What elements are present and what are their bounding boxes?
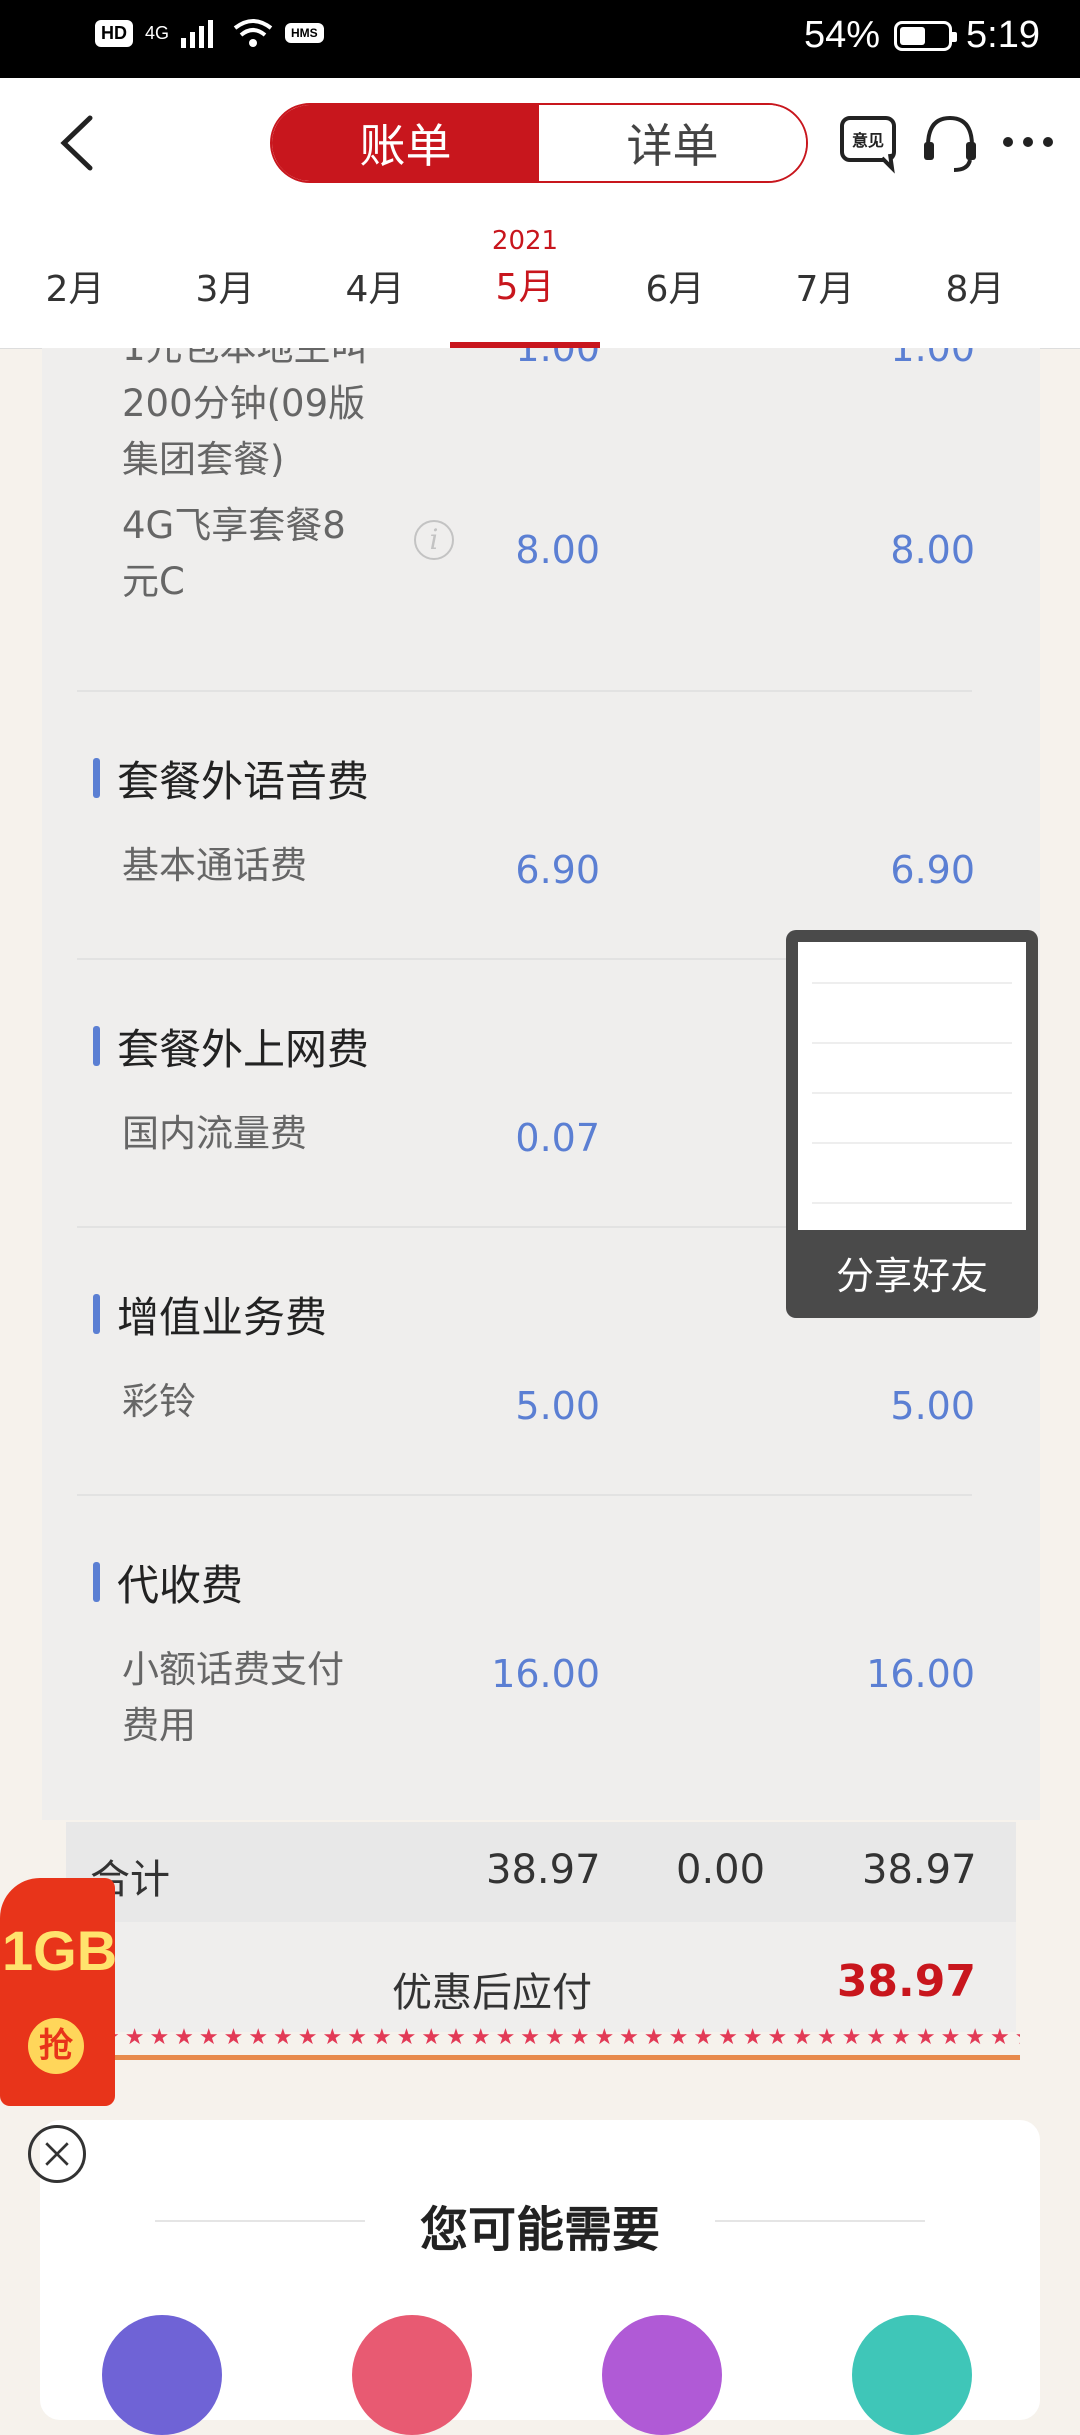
status-left: HD 4G HMS [95,18,324,48]
bill-item-name: 国内流量费 [122,1112,307,1155]
title-line-right [715,2220,925,2222]
bill-item-amount-final: 8.00 [890,528,975,572]
month-tab-feb[interactable]: 2月 [0,260,150,312]
customer-service-icon[interactable] [918,110,982,174]
bill-item-amount-final: 5.00 [890,1384,975,1428]
signal-icon [181,20,214,48]
year-label: 2021 [491,226,559,256]
bill-item-amount: 16.00 [491,1652,600,1696]
payable-row: 优惠后应付 38.97 [66,1922,1016,2032]
wifi-icon [233,19,273,47]
month-tab-jun[interactable]: 6月 [600,260,750,312]
total-final: 38.97 [862,1847,977,1893]
total-row: 合计 38.97 0.00 38.97 [66,1822,1016,1922]
close-icon[interactable] [28,2125,86,2183]
decorative-star-border: ★★★★★★★★★★★★★★★★★★★★★★★★★★★★★★★★★★★★★★★★… [100,2025,1020,2050]
section-title: 套餐外语音费 [92,748,369,809]
month-selector: 2月 3月 4月 2021 5月 6月 7月 8月 [0,208,1080,349]
back-arrow-icon[interactable] [50,110,110,176]
decorative-line [100,2055,1020,2060]
bill-item-name: 小额话费支付 费用 [122,1648,344,1747]
month-tab-aug[interactable]: 8月 [900,260,1050,312]
share-friends-popup[interactable]: 分享好友 [786,930,1038,1318]
hd-badge: HD [95,19,133,47]
battery-percent: 54% [803,14,881,56]
bill-screenshot-thumbnail [798,942,1026,1230]
status-right: 54% 5:19 [804,14,1040,57]
status-bar: HD 4G HMS 54% 5:19 [0,0,1080,78]
month-label-selected: 5月 [495,267,555,308]
bill-tab-switch: 账单 详单 [270,103,808,183]
bill-item-name: 彩铃 [122,1380,196,1423]
section-title: 代收费 [92,1552,243,1613]
recommend-title: 您可能需要 [419,2202,660,2258]
total-discount: 0.00 [676,1847,766,1893]
document-icon[interactable] [602,2315,722,2435]
bill-item-name: 4G飞享套餐8 元C [122,504,346,603]
share-label: 分享好友 [835,1254,988,1298]
divider [77,1494,972,1496]
promo-grab-text: 抢 [28,2018,84,2074]
bill-item-amount: 8.00 [515,528,600,572]
divider [77,690,972,692]
battery-icon [894,20,958,51]
bill-item-amount: 0.07 [515,1116,600,1160]
promo-1gb-text: 1GB [2,1919,118,1982]
month-tab-jul[interactable]: 7月 [750,260,900,312]
bill-item-name: 基本通话费 [122,844,307,887]
bill-item-amount: 1.00 [515,348,600,370]
trend-chart-icon[interactable] [352,2315,472,2435]
total-amount: 38.97 [486,1847,601,1893]
invoice-icon[interactable] [852,2315,972,2435]
section-title: 增值业务费 [92,1284,327,1345]
month-tab-apr[interactable]: 4月 [300,260,450,312]
network-type: 4G [145,22,170,43]
payable-label: 优惠后应付 [392,1970,592,2016]
more-icon[interactable] [996,110,1060,174]
hms-badge: HMS [285,23,324,43]
bill-item-amount-final: 1.00 [890,348,975,370]
month-tab-may[interactable]: 2021 5月 [450,226,600,310]
section-title: 套餐外上网费 [92,1016,369,1077]
feedback-icon[interactable]: 意见 [838,110,902,174]
recommend-panel: 您可能需要 [40,2120,1040,2435]
bill-item-amount-final: 6.90 [890,848,975,892]
payable-amount: 38.97 [836,1956,976,2007]
bill-item-amount: 5.00 [515,1384,600,1428]
tab-bill[interactable]: 账单 [272,105,539,181]
id-card-icon[interactable] [102,2315,222,2435]
feedback-icon-text: 意见 [852,131,884,150]
bill-item-amount: 6.90 [515,848,600,892]
tab-details[interactable]: 详单 [539,105,806,181]
bill-item-name: 1元包本地主叫 200分钟(09版 集团套餐) [122,348,368,481]
month-tab-mar[interactable]: 3月 [150,260,300,312]
promo-1gb-badge[interactable]: 1GB 抢 [0,1878,118,2106]
top-nav: 账单 详单 意见 [0,78,1080,209]
clock: 5:19 [966,14,1040,56]
bill-item-amount-final: 16.00 [866,1652,975,1696]
